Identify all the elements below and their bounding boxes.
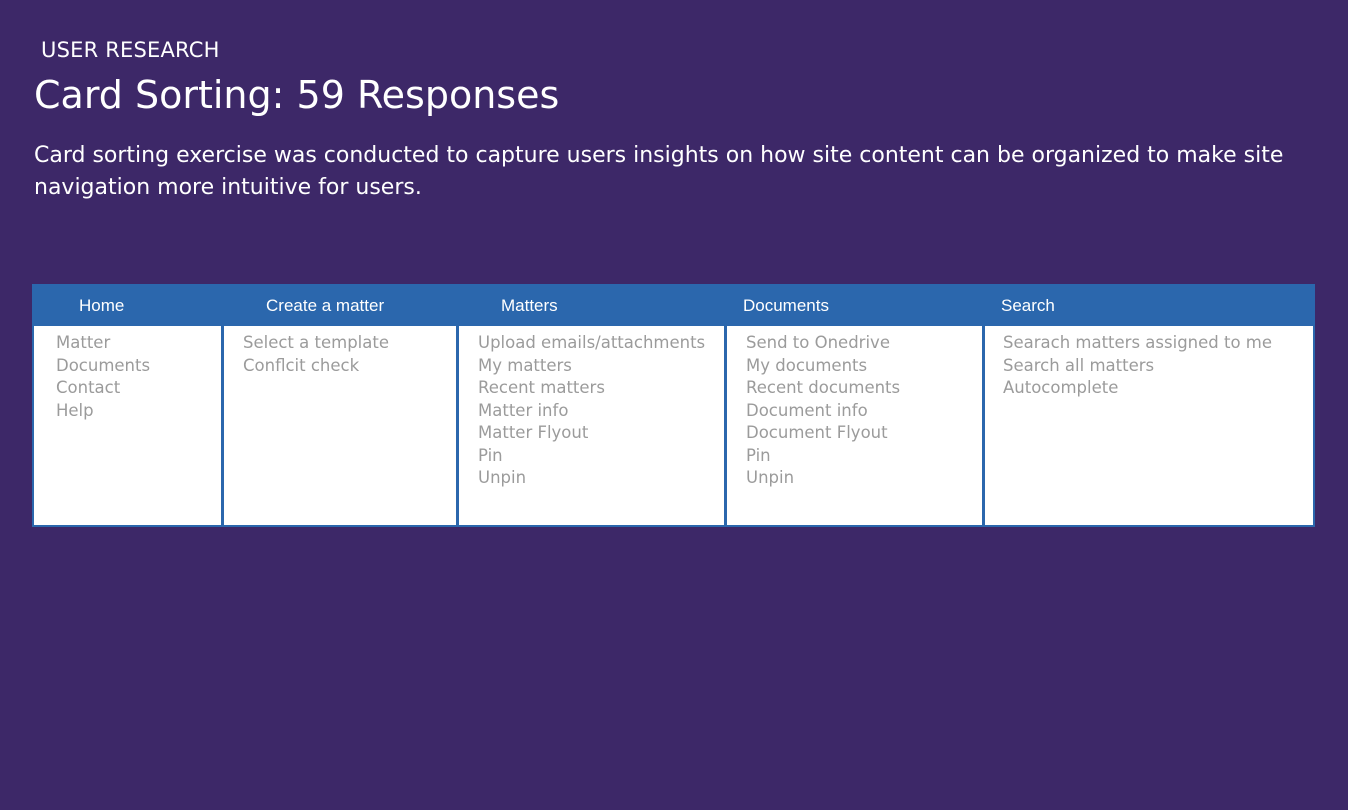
card-item: Document Flyout <box>746 423 888 442</box>
card-item: Send to Onedrive <box>746 333 890 352</box>
category-header-search: Search <box>985 286 1313 326</box>
category-header-create-matter: Create a matter <box>224 286 456 326</box>
card-item: My matters <box>478 355 572 375</box>
card-item: Pin <box>478 445 503 465</box>
category-items-create-matter: Select a template Conflcit check <box>224 326 456 377</box>
category-items-search: Searach matters assigned to me Search al… <box>985 326 1313 400</box>
card-item: My documents <box>746 355 868 375</box>
category-column-documents: Documents Send to Onedrive My documents … <box>724 286 982 525</box>
category-items-matters: Upload emails/attachments My matters Rec… <box>459 326 724 490</box>
card-item: Matter info <box>478 400 569 420</box>
section-eyebrow: USER RESEARCH <box>41 38 220 62</box>
card-item: Matter <box>56 333 111 352</box>
card-item: Conflcit check <box>243 355 360 375</box>
card-item: Document info <box>746 400 868 420</box>
category-header-matters: Matters <box>459 286 724 326</box>
category-column-search: Search Searach matters assigned to me Se… <box>982 286 1313 525</box>
card-item: Contact <box>56 378 121 397</box>
card-sort-board: Home Matter Documents Contact Help Creat… <box>32 284 1315 527</box>
card-item: Autocomplete <box>1003 378 1119 397</box>
card-item: Unpin <box>746 468 795 487</box>
card-item: Help <box>56 400 94 420</box>
page-description: Card sorting exercise was conducted to c… <box>34 143 1284 200</box>
category-column-matters: Matters Upload emails/attachments My mat… <box>456 286 724 525</box>
card-item: Search all matters <box>1003 355 1155 375</box>
card-item: Recent matters <box>478 378 605 397</box>
card-item: Upload emails/attachments <box>478 333 706 352</box>
card-item: Unpin <box>478 468 527 487</box>
card-item: Matter Flyout <box>478 423 589 442</box>
page-title: Card Sorting: 59 Responses <box>34 73 560 117</box>
card-item: Pin <box>746 445 771 465</box>
category-header-documents: Documents <box>727 286 982 326</box>
card-item: Documents <box>56 355 151 375</box>
card-item: Searach matters assigned to me <box>1003 333 1273 352</box>
category-column-create-matter: Create a matter Select a template Conflc… <box>221 286 456 525</box>
card-item: Recent documents <box>746 378 901 397</box>
category-items-documents: Send to Onedrive My documents Recent doc… <box>727 326 982 490</box>
card-item: Select a template <box>243 333 389 352</box>
category-column-home: Home Matter Documents Contact Help <box>34 286 221 525</box>
category-header-home: Home <box>34 286 221 326</box>
category-items-home: Matter Documents Contact Help <box>34 326 221 422</box>
